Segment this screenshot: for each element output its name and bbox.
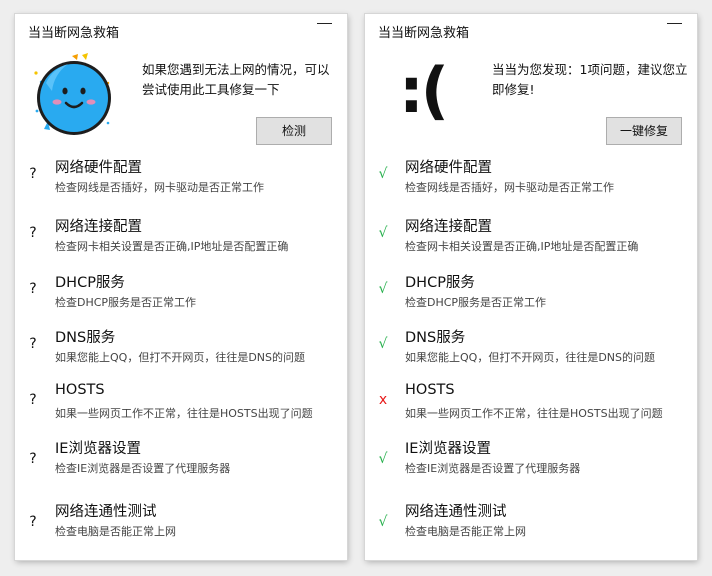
item-title: HOSTS xyxy=(55,382,105,398)
sad-face-icon: :( xyxy=(399,54,449,127)
intro-message: 如果您遇到无法上网的情况，可以尝试使用此工具修复一下 xyxy=(142,62,330,97)
list-item: √ 网络连接配置 检查网卡相关设置是否正确,IP地址是否配置正确 xyxy=(365,215,697,261)
title-bar: 当当断网急救箱 xyxy=(15,14,347,44)
item-description: 检查IE浏览器是否设置了代理服务器 xyxy=(405,462,581,475)
check-icon: √ xyxy=(378,336,388,352)
list-item: x HOSTS 如果一些网页工作不正常，往往是HOSTS出现了问题 xyxy=(365,382,697,428)
item-description: 如果一些网页工作不正常，往往是HOSTS出现了问题 xyxy=(405,407,663,420)
item-title: DNS服务 xyxy=(55,330,116,346)
list-item: ? DNS服务 如果您能上QQ，但打不开网页，往往是DNS的问题 xyxy=(15,326,347,372)
item-description: 检查网线是否插好，网卡驱动是否正常工作 xyxy=(405,181,614,194)
window-title: 当当断网急救箱 xyxy=(28,26,120,41)
item-title: DNS服务 xyxy=(405,330,466,346)
item-description: 检查网卡相关设置是否正确,IP地址是否配置正确 xyxy=(55,240,289,253)
minimize-icon xyxy=(317,23,332,24)
check-icon: √ xyxy=(378,514,388,530)
status-icon: ? xyxy=(29,392,37,408)
one-click-repair-button[interactable]: 一键修复 xyxy=(606,117,682,145)
smiley-icon xyxy=(34,53,111,135)
list-item: √ 网络连通性测试 检查电脑是否能正常上网 xyxy=(365,500,697,546)
item-description: 检查电脑是否能正常上网 xyxy=(405,525,526,538)
error-icon: x xyxy=(378,392,388,408)
toolbox-window-result: 当当断网急救箱 :( 当当为您发现：1项问题，建议您立即修复! 一键修复 √ 网… xyxy=(365,14,697,560)
status-icon: ? xyxy=(29,225,37,241)
list-item: √ DNS服务 如果您能上QQ，但打不开网页，往往是DNS的问题 xyxy=(365,326,697,372)
list-item: ? HOSTS 如果一些网页工作不正常，往往是HOSTS出现了问题 xyxy=(15,382,347,428)
item-title: 网络硬件配置 xyxy=(405,160,492,176)
result-message: 当当为您发现：1项问题，建议您立即修复! xyxy=(492,62,688,97)
title-bar: 当当断网急救箱 xyxy=(365,14,697,44)
check-icon: √ xyxy=(378,225,388,241)
status-icon: ? xyxy=(29,336,37,352)
status-icon: ? xyxy=(29,451,37,467)
minimize-button[interactable] xyxy=(307,14,341,42)
item-title: 网络连接配置 xyxy=(55,219,142,235)
list-item: ? DHCP服务 检查DHCP服务是否正常工作 xyxy=(15,271,347,317)
item-description: 检查IE浏览器是否设置了代理服务器 xyxy=(55,462,231,475)
item-description: 检查电脑是否能正常上网 xyxy=(55,525,176,538)
minimize-button[interactable] xyxy=(657,14,691,42)
item-title: DHCP服务 xyxy=(405,275,475,291)
item-description: 如果您能上QQ，但打不开网页，往往是DNS的问题 xyxy=(405,351,655,364)
check-icon: √ xyxy=(378,166,388,182)
item-description: 检查网卡相关设置是否正确,IP地址是否配置正确 xyxy=(405,240,639,253)
list-item: ? IE浏览器设置 检查IE浏览器是否设置了代理服务器 xyxy=(15,437,347,483)
item-description: 检查DHCP服务是否正常工作 xyxy=(55,296,197,309)
minimize-icon xyxy=(667,23,682,24)
item-title: 网络连通性测试 xyxy=(405,504,507,520)
item-title: 网络硬件配置 xyxy=(55,160,142,176)
toolbox-window-initial: 当当断网急救箱 如果您遇到无法上网的情况，可以尝试使用此工具修复一下 检测 ? … xyxy=(15,14,347,560)
item-title: IE浏览器设置 xyxy=(55,441,141,457)
status-icon: ? xyxy=(29,281,37,297)
window-title: 当当断网急救箱 xyxy=(378,26,470,41)
status-icon: ? xyxy=(29,514,37,530)
list-item: ? 网络连接配置 检查网卡相关设置是否正确,IP地址是否配置正确 xyxy=(15,215,347,261)
status-icon: ? xyxy=(29,166,37,182)
item-title: HOSTS xyxy=(405,382,455,398)
item-title: DHCP服务 xyxy=(55,275,125,291)
item-description: 检查DHCP服务是否正常工作 xyxy=(405,296,547,309)
item-description: 检查网线是否插好，网卡驱动是否正常工作 xyxy=(55,181,264,194)
list-item: √ 网络硬件配置 检查网线是否插好，网卡驱动是否正常工作 xyxy=(365,156,697,202)
item-title: 网络连接配置 xyxy=(405,219,492,235)
item-title: IE浏览器设置 xyxy=(405,441,491,457)
list-item: √ IE浏览器设置 检查IE浏览器是否设置了代理服务器 xyxy=(365,437,697,483)
list-item: √ DHCP服务 检查DHCP服务是否正常工作 xyxy=(365,271,697,317)
check-icon: √ xyxy=(378,281,388,297)
item-description: 如果一些网页工作不正常，往往是HOSTS出现了问题 xyxy=(55,407,313,420)
item-description: 如果您能上QQ，但打不开网页，往往是DNS的问题 xyxy=(55,351,305,364)
scan-button[interactable]: 检测 xyxy=(256,117,332,145)
item-title: 网络连通性测试 xyxy=(55,504,157,520)
list-item: ? 网络连通性测试 检查电脑是否能正常上网 xyxy=(15,500,347,546)
check-icon: √ xyxy=(378,451,388,467)
list-item: ? 网络硬件配置 检查网线是否插好，网卡驱动是否正常工作 xyxy=(15,156,347,202)
